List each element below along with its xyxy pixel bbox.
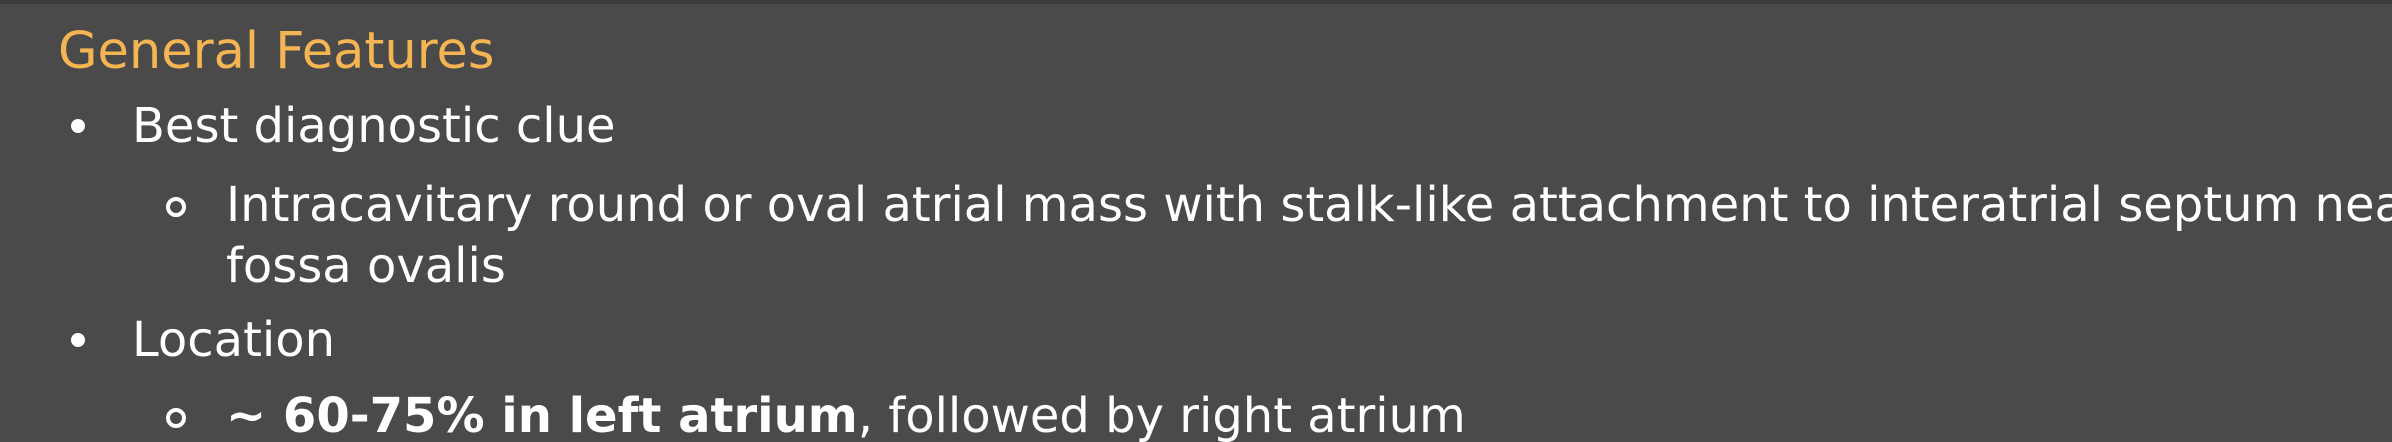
sub-bullet-rest-text: , followed by right atrium [857,388,1466,442]
slide: General Features Best diagnostic clue In… [0,0,2392,442]
bullet-label: Best diagnostic clue [132,98,616,154]
sub-bullet-line: Intracavitary round or oval atrial mass … [226,177,2392,233]
sub-bullet-text: Intracavitary round or oval atrial mass … [226,175,2392,297]
bullet-dot-icon [71,119,85,133]
bullet-dot-icon [71,333,85,347]
sub-bullet-circle-icon [166,197,186,217]
sub-bullet-text: ~ 60-75% in left atrium, followed by rig… [226,386,1466,442]
sub-bullet-line: fossa ovalis [226,238,506,294]
emphasis-text: ~ 60-75% in left atrium [226,388,858,442]
sub-bullet-circle-icon [166,408,186,428]
bullet-label: Location [132,312,336,368]
section-title: General Features [58,22,495,81]
